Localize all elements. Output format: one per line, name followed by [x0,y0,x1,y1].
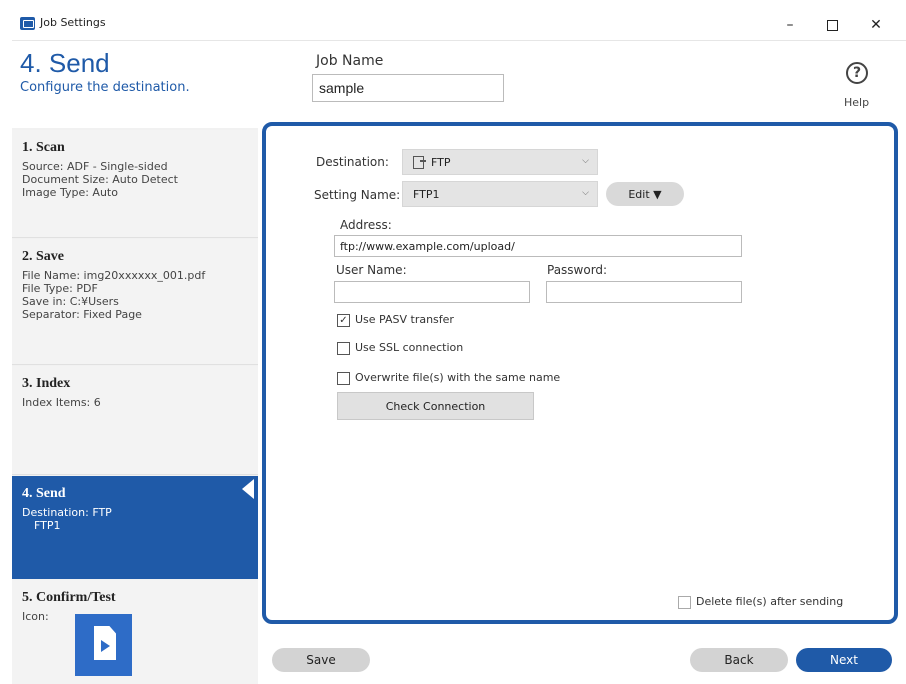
sidebar-item-title: 1. Scan [22,140,65,155]
setting-name-value: FTP1 [413,187,440,201]
sidebar-item-detail: FTP1 [34,519,61,532]
chevron-down-icon: ⌵ [582,188,589,198]
app-icon [20,17,35,30]
sidebar-item-detail: Index Items: 6 [22,396,101,409]
use-pasv-checkbox[interactable]: ✓ [337,314,350,327]
maximize-button[interactable] [812,10,852,40]
sidebar-item-title: 5. Confirm/Test [22,590,116,605]
delete-after-sending-checkbox[interactable] [678,596,691,609]
destination-select[interactable]: FTP ⌵ [402,149,598,175]
sidebar-item-detail: File Type: PDF [22,282,98,295]
sidebar-item-detail: Source: ADF - Single-sided [22,160,168,173]
password-label: Password: [547,263,608,277]
use-ssl-checkbox[interactable] [337,342,350,355]
job-name-input[interactable] [312,74,504,102]
address-input[interactable]: ftp://www.example.com/upload/ [334,235,742,257]
sidebar-item-title: 2. Save [22,249,64,264]
sidebar-item-detail: File Name: img20xxxxxx_001.pdf [22,269,206,282]
user-name-input[interactable] [334,281,530,303]
sidebar-item-detail: Document Size: Auto Detect [22,173,178,186]
user-name-label: User Name: [336,263,407,277]
check-connection-button[interactable]: Check Connection [337,392,534,420]
sidebar-item-index[interactable]: 3. Index Index Items: 6 [12,366,258,475]
active-step-indicator [242,479,254,499]
setting-name-label: Setting Name: [314,188,401,202]
minimize-button[interactable]: – [770,10,810,40]
page-subtitle: Configure the destination. [20,80,190,95]
close-button[interactable]: ✕ [856,10,896,40]
help-label[interactable]: Help [844,96,869,109]
overwrite-label[interactable]: Overwrite file(s) with the same name [355,371,560,384]
edit-button[interactable]: Edit ▼ [606,182,684,206]
password-input[interactable] [546,281,742,303]
ftp-icon [413,155,426,169]
sidebar-item-title: 3. Index [22,376,71,391]
page-title: 4. Send [20,48,110,78]
icon-label: Icon: [22,610,49,623]
sidebar-item-confirm-test[interactable]: 5. Confirm/Test Icon: [12,580,258,684]
help-icon[interactable]: ? [846,62,868,84]
sidebar-item-scan[interactable]: 1. Scan Source: ADF - Single-sided Docum… [12,130,258,238]
sidebar-item-detail: Destination: FTP [22,506,112,519]
use-pasv-label[interactable]: Use PASV transfer [355,313,454,326]
destination-value: FTP [431,155,451,169]
chevron-down-icon: ⌵ [582,156,589,166]
sidebar-item-title: 4. Send [22,486,66,501]
back-button[interactable]: Back [690,648,788,672]
setting-name-select[interactable]: FTP1 ⌵ [402,181,598,207]
overwrite-checkbox[interactable] [337,372,350,385]
next-button[interactable]: Next [796,648,892,672]
save-button[interactable]: Save [272,648,370,672]
window-title: Job Settings [40,16,106,29]
delete-after-sending-label[interactable]: Delete file(s) after sending [696,595,843,608]
play-icon [101,640,110,652]
sidebar-item-save[interactable]: 2. Save File Name: img20xxxxxx_001.pdf F… [12,239,258,365]
sidebar-item-detail: Image Type: Auto [22,186,118,199]
use-ssl-label[interactable]: Use SSL connection [355,341,463,354]
job-name-label: Job Name [316,53,384,69]
sidebar-item-detail: Separator: Fixed Page [22,308,142,321]
sidebar-item-detail: Save in: C:¥Users [22,295,119,308]
sidebar-item-send[interactable]: 4. Send Destination: FTP FTP1 [12,476,258,579]
destination-label: Destination: [316,155,389,169]
address-label: Address: [340,218,392,232]
maximize-icon [826,19,838,31]
